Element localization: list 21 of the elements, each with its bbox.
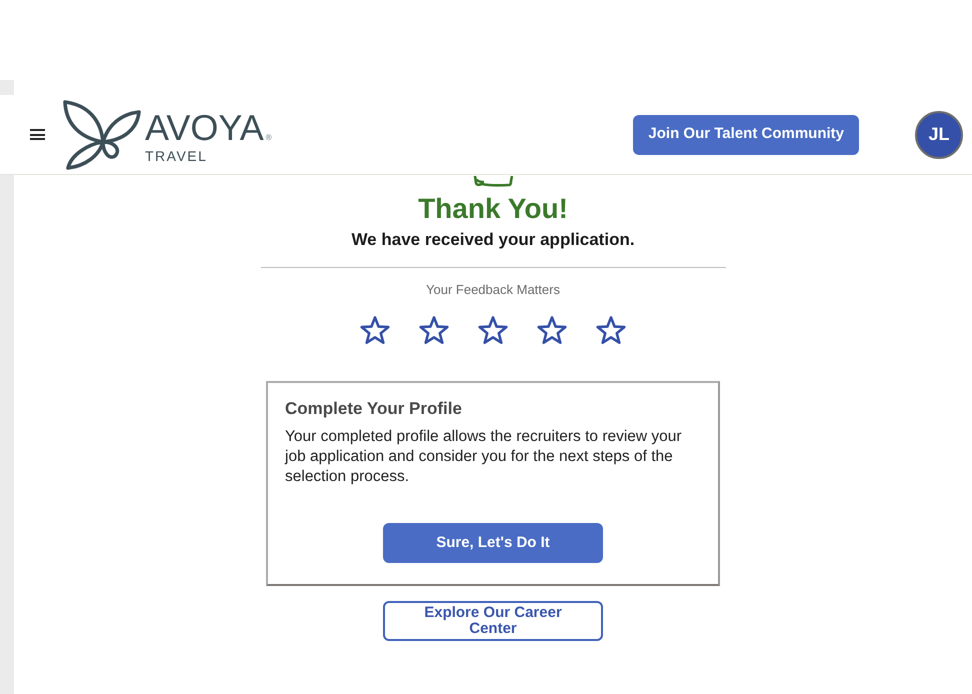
star-icon[interactable] <box>536 315 568 347</box>
registered-mark: ® <box>266 134 272 142</box>
butterfly-logo-icon <box>63 100 141 170</box>
card-description: Your completed profile allows the recruiters to review your job application and consider you for the next steps of the selection process. <box>285 427 683 487</box>
card-title: Complete Your Profile <box>285 398 463 420</box>
logo-subtitle: TRAVEL <box>145 148 208 164</box>
menu-icon[interactable] <box>30 129 45 140</box>
join-community-button[interactable]: Join Our Talent Community <box>633 114 859 154</box>
logo-wordmark: AVOYA <box>145 110 264 146</box>
thank-you-title: Thank You! <box>418 193 568 225</box>
user-avatar[interactable]: JL <box>915 110 963 158</box>
star-icon[interactable] <box>418 315 450 347</box>
star-icon[interactable] <box>359 315 391 347</box>
curved-line-icon <box>473 176 513 188</box>
feedback-label: Your Feedback Matters <box>426 281 560 299</box>
complete-profile-button[interactable]: Sure, Let's Do It <box>383 523 603 563</box>
star-rating[interactable] <box>359 315 627 347</box>
confirmation-message: We have received your application. <box>351 229 635 251</box>
star-icon[interactable] <box>595 315 627 347</box>
star-icon[interactable] <box>477 315 509 347</box>
career-center-button[interactable]: Explore Our Career Center <box>383 601 603 641</box>
